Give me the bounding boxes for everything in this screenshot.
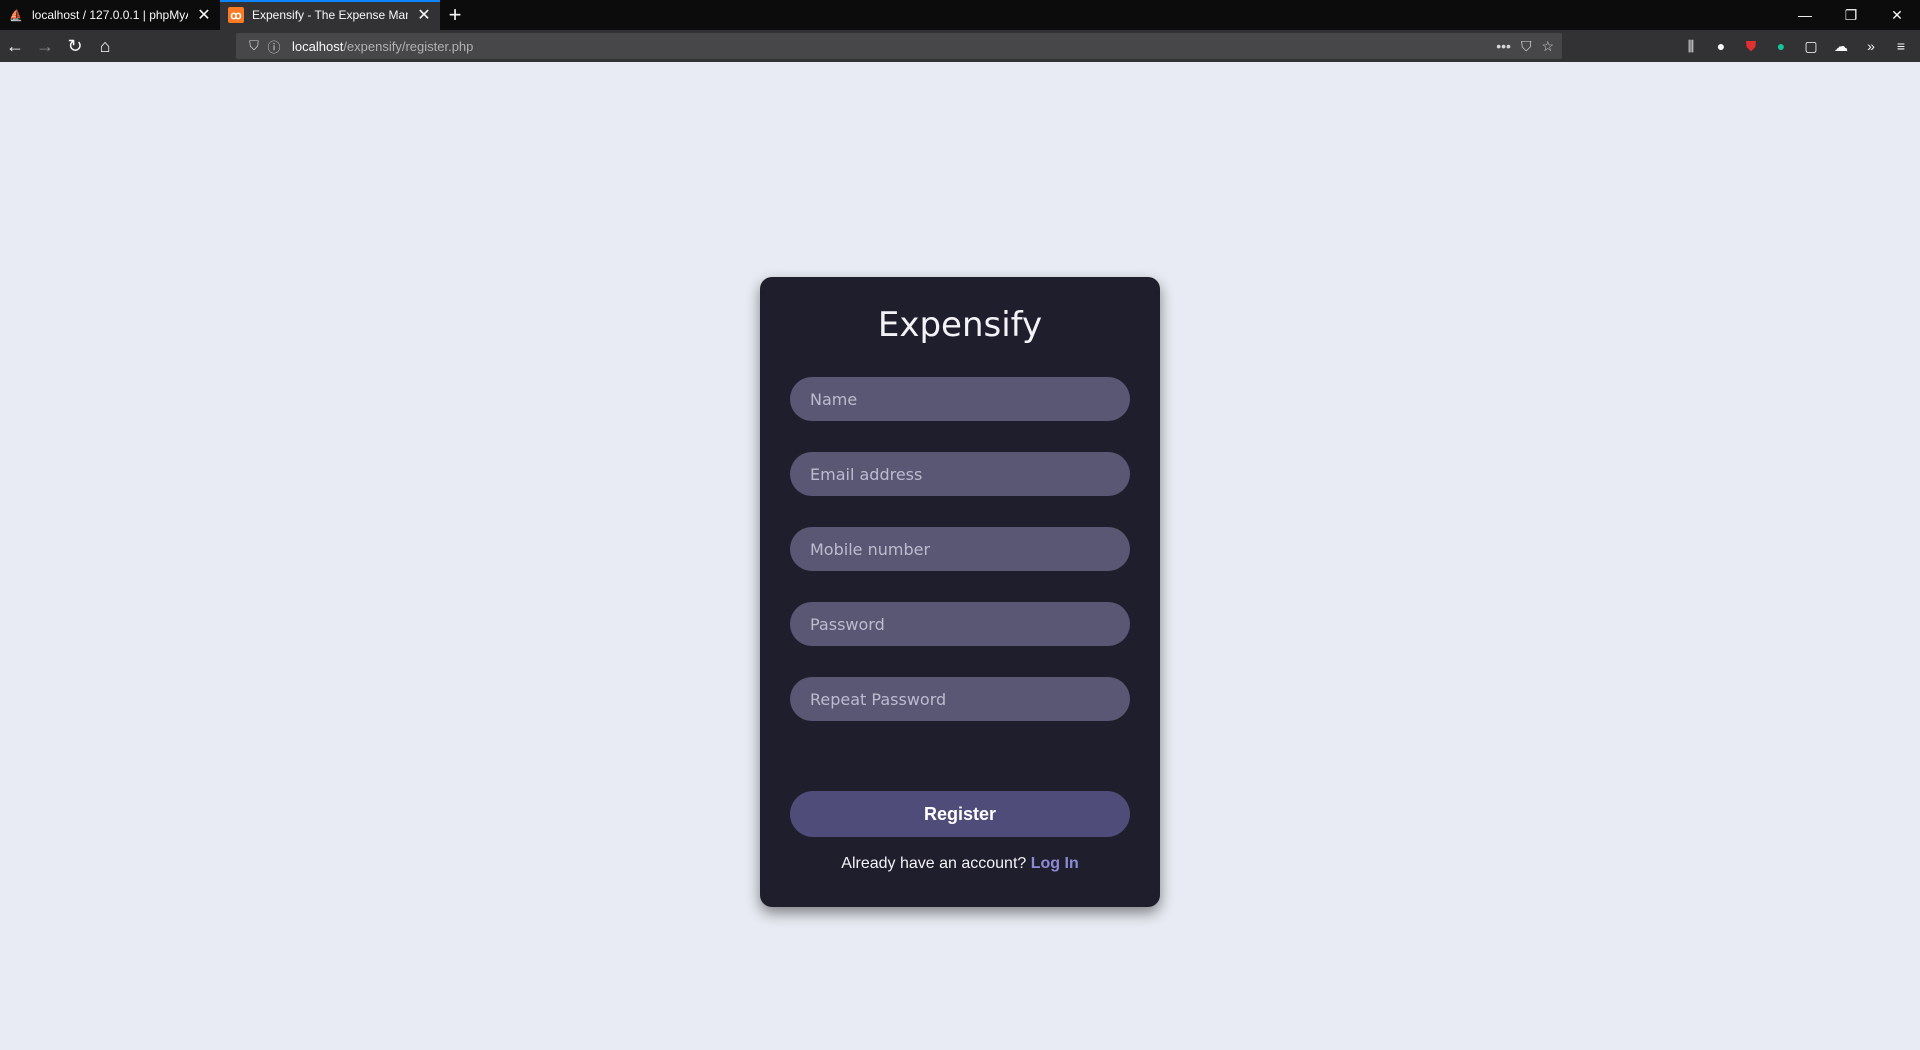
register-button[interactable]: Register — [790, 791, 1130, 837]
window-controls: — ❐ ✕ — [1782, 0, 1920, 30]
overflow-menu-icon[interactable]: » — [1858, 32, 1884, 60]
name-field[interactable] — [790, 377, 1130, 421]
home-icon[interactable]: ⌂ — [90, 32, 120, 60]
library-icon[interactable]: ⫼ — [1678, 32, 1704, 60]
minimize-icon[interactable]: — — [1782, 0, 1828, 30]
restore-icon[interactable]: ❐ — [1828, 0, 1874, 30]
extension-icon[interactable]: ▢ — [1798, 32, 1824, 60]
bookmark-star-icon[interactable]: ☆ — [1541, 38, 1554, 55]
reload-icon[interactable]: ↻ — [60, 32, 90, 60]
cloud-extension-icon[interactable]: ☁ — [1828, 32, 1854, 60]
repeat-password-field[interactable] — [790, 677, 1130, 721]
info-icon[interactable]: ⓘ — [264, 37, 284, 56]
tab-phpmyadmin[interactable]: ⛵ localhost / 127.0.0.1 | phpMyAdmin ✕ — [0, 0, 220, 30]
close-tab-icon[interactable]: ✕ — [196, 5, 212, 25]
brand-title: Expensify — [877, 305, 1043, 345]
close-tab-icon[interactable]: ✕ — [416, 5, 432, 25]
tab-title: localhost / 127.0.0.1 | phpMyAdmin — [32, 8, 188, 22]
url-path: /expensify/register.php — [343, 38, 474, 54]
hamburger-menu-icon[interactable]: ≡ — [1888, 32, 1914, 60]
page-actions-icon[interactable]: ••• — [1496, 38, 1511, 55]
url-host: localhost — [292, 38, 344, 54]
xampp-icon: ꝏ — [228, 7, 244, 23]
register-card: Expensify Register Already have an accou… — [760, 277, 1160, 907]
close-window-icon[interactable]: ✕ — [1874, 0, 1920, 30]
account-icon[interactable]: ● — [1708, 32, 1734, 60]
new-tab-button[interactable]: + — [440, 0, 470, 30]
login-link[interactable]: Log In — [1031, 855, 1079, 872]
email-field[interactable] — [790, 452, 1130, 496]
login-prompt: Already have an account? — [841, 855, 1027, 872]
forward-icon[interactable]: → — [30, 32, 60, 60]
tab-title: Expensify - The Expense Manager — [252, 8, 408, 22]
shield-icon[interactable]: ⛉ — [244, 38, 264, 54]
phpmyadmin-icon: ⛵ — [9, 9, 23, 22]
tab-expensify[interactable]: ꝏ Expensify - The Expense Manager ✕ — [220, 0, 440, 30]
address-bar[interactable]: ⛉ ⓘ localhost/expensify/register.php •••… — [236, 33, 1562, 59]
mobile-field[interactable] — [790, 527, 1130, 571]
tab-strip: ⛵ localhost / 127.0.0.1 | phpMyAdmin ✕ ꝏ… — [0, 0, 1920, 30]
ublock-icon[interactable]: ⛊ — [1738, 32, 1764, 60]
login-prompt-row: Already have an account? Log In — [760, 855, 1160, 873]
grammarly-icon[interactable]: ● — [1768, 32, 1794, 60]
pocket-icon[interactable]: ⛉ — [1521, 38, 1532, 55]
password-field[interactable] — [790, 602, 1130, 646]
back-icon[interactable]: ← — [0, 32, 30, 60]
toolbar-extensions: ⫼ ● ⛊ ● ▢ ☁ » ≡ — [1678, 32, 1914, 60]
navigation-toolbar: ← → ↻ ⌂ ⛉ ⓘ localhost/expensify/register… — [0, 30, 1920, 62]
